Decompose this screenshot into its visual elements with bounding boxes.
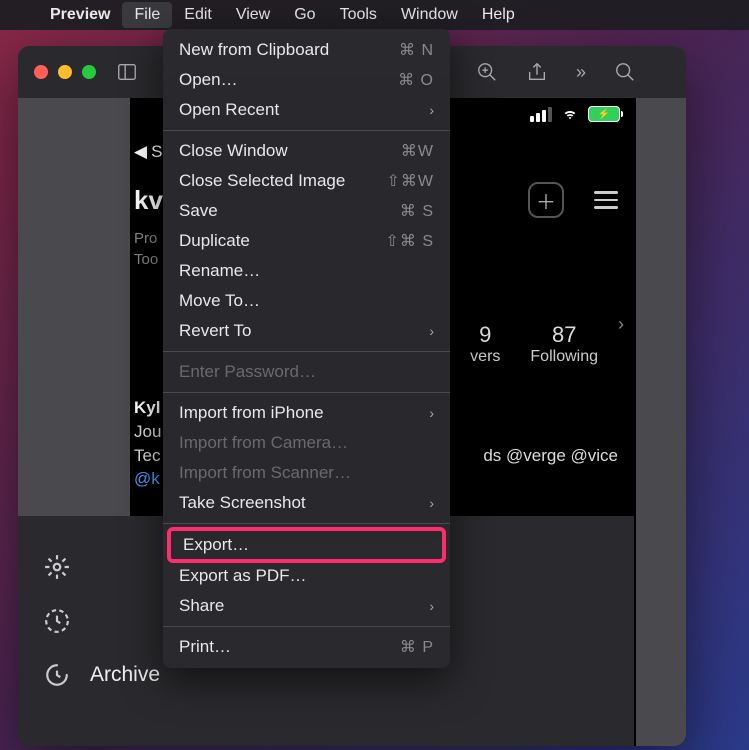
menu-item-label: Print…: [179, 637, 231, 657]
menu-item-take-screenshot[interactable]: Take Screenshot ›: [163, 488, 450, 518]
menu-item-new-from-clipboard[interactable]: New from Clipboard ⌘ N: [163, 35, 450, 65]
menubar-app-name[interactable]: Preview: [38, 2, 122, 28]
menu-item-shortcut: ⌘W: [401, 141, 434, 161]
menu-item-label: Import from iPhone: [179, 403, 324, 423]
menu-item-export[interactable]: Export…: [167, 527, 446, 563]
sidebar-toggle-icon[interactable]: [116, 61, 138, 83]
menu-item-label: Save: [179, 201, 218, 221]
menu-item-label: Import from Camera…: [179, 433, 348, 453]
menu-item-rename[interactable]: Rename…: [163, 256, 450, 286]
minimize-window-button[interactable]: [58, 65, 72, 79]
menu-item-import-from-camera: Import from Camera…: [163, 428, 450, 458]
menu-separator: [163, 626, 450, 627]
profile-username: kv: [134, 185, 163, 216]
menu-item-close-window[interactable]: Close Window ⌘W: [163, 136, 450, 166]
menu-item-label: New from Clipboard: [179, 40, 329, 60]
menubar-item-window[interactable]: Window: [389, 2, 470, 28]
menu-item-enter-password: Enter Password…: [163, 357, 450, 387]
menubar-item-file[interactable]: File: [122, 2, 172, 28]
gear-icon: [44, 554, 70, 580]
macos-menubar: Preview File Edit View Go Tools Window H…: [0, 0, 749, 30]
menubar-item-view[interactable]: View: [224, 2, 282, 28]
menu-separator: [163, 392, 450, 393]
menu-item-shortcut: ⌘ O: [398, 70, 434, 90]
menu-item-export-as-pdf[interactable]: Export as PDF…: [163, 561, 450, 591]
file-menu-dropdown: New from Clipboard ⌘ N Open… ⌘ O Open Recent…: [163, 29, 450, 668]
menu-item-label: Open Recent: [179, 100, 279, 120]
menu-item-open-recent[interactable]: Open Recent ›: [163, 95, 450, 125]
menu-item-label: Close Window: [179, 141, 288, 161]
menu-separator: [163, 130, 450, 131]
submenu-arrow-icon: ›: [429, 495, 434, 511]
menubar-item-tools[interactable]: Tools: [328, 2, 389, 28]
menubar-item-edit[interactable]: Edit: [172, 2, 224, 28]
menu-item-label: Close Selected Image: [179, 171, 345, 191]
submenu-arrow-icon: ›: [429, 405, 434, 421]
menu-item-duplicate[interactable]: Duplicate ⇧⌘ S: [163, 226, 450, 256]
menu-item-label: Export as PDF…: [179, 566, 307, 586]
menu-item-label: Import from Scanner…: [179, 463, 351, 483]
close-window-button[interactable]: [34, 65, 48, 79]
menu-item-label: Duplicate: [179, 231, 250, 251]
menu-item-move-to[interactable]: Move To…: [163, 286, 450, 316]
menu-item-label: Export…: [183, 535, 249, 555]
menu-item-shortcut: ⇧⌘ S: [385, 231, 434, 251]
menu-item-label: Enter Password…: [179, 362, 316, 382]
menu-separator: [163, 523, 450, 524]
menu-item-close-selected-image[interactable]: Close Selected Image ⇧⌘W: [163, 166, 450, 196]
signal-icon: [530, 107, 552, 122]
menu-item-print[interactable]: Print… ⌘ P: [163, 632, 450, 662]
menu-item-import-from-scanner: Import from Scanner…: [163, 458, 450, 488]
share-icon[interactable]: [526, 61, 548, 83]
search-icon[interactable]: [614, 61, 636, 83]
menubar-item-go[interactable]: Go: [282, 2, 327, 28]
menu-item-label: Rename…: [179, 261, 260, 281]
submenu-arrow-icon: ›: [429, 102, 434, 118]
following-stat[interactable]: 87 Following: [530, 322, 598, 366]
wifi-icon: [560, 106, 580, 122]
menu-item-label: Take Screenshot: [179, 493, 306, 513]
add-button[interactable]: ＋: [528, 182, 564, 218]
menu-item-open[interactable]: Open… ⌘ O: [163, 65, 450, 95]
menu-item-shortcut: ⌘ N: [399, 40, 434, 60]
menu-item-shortcut: ⌘ S: [400, 201, 434, 221]
battery-icon: ⚡: [588, 106, 620, 122]
menu-item-label: Revert To: [179, 321, 251, 341]
right-gutter: [634, 46, 686, 746]
fullscreen-window-button[interactable]: [82, 65, 96, 79]
zoom-in-icon[interactable]: [476, 61, 498, 83]
overflow-icon[interactable]: »: [576, 62, 586, 83]
chevron-right-icon[interactable]: ›: [618, 314, 624, 335]
menu-item-share[interactable]: Share ›: [163, 591, 450, 621]
clock-dashed-icon: [44, 608, 70, 634]
followers-stat[interactable]: 9 vers: [470, 322, 500, 366]
menu-item-save[interactable]: Save ⌘ S: [163, 196, 450, 226]
menu-separator: [163, 351, 450, 352]
menu-item-shortcut: ⇧⌘W: [386, 171, 434, 191]
menu-item-label: Open…: [179, 70, 238, 90]
submenu-arrow-icon: ›: [429, 323, 434, 339]
menu-item-revert-to[interactable]: Revert To ›: [163, 316, 450, 346]
menu-item-shortcut: ⌘ P: [400, 637, 434, 657]
menu-item-import-from-iphone[interactable]: Import from iPhone ›: [163, 398, 450, 428]
menu-item-label: Share: [179, 596, 224, 616]
menu-button[interactable]: [588, 182, 624, 218]
submenu-arrow-icon: ›: [429, 598, 434, 614]
menubar-items: Preview File Edit View Go Tools Window H…: [38, 2, 527, 28]
menubar-item-help[interactable]: Help: [470, 2, 527, 28]
archive-icon: [44, 662, 70, 688]
traffic-lights: [34, 65, 96, 79]
menu-item-label: Move To…: [179, 291, 260, 311]
